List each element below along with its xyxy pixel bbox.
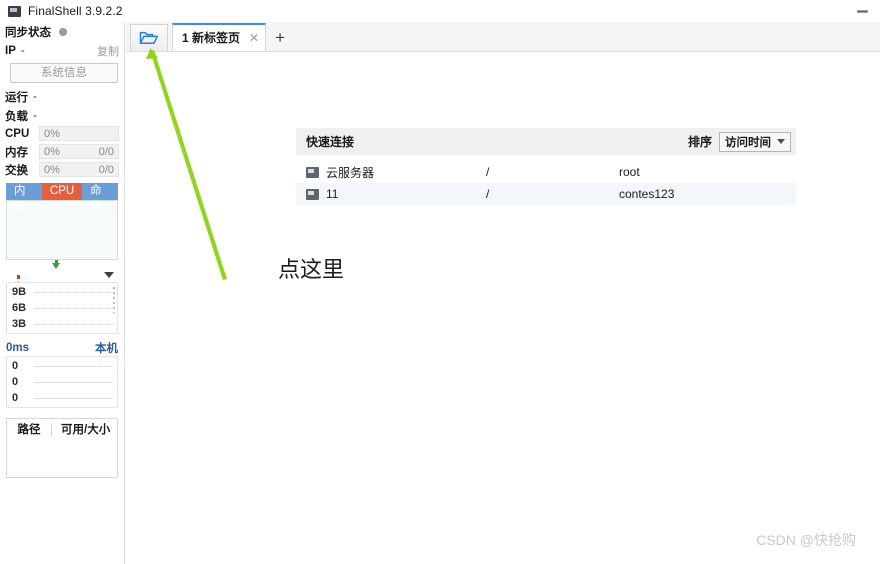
caret-down-icon[interactable] (104, 271, 114, 278)
ip-row: IP - 复制 (0, 41, 124, 60)
arrow-down-icon-wrap (52, 262, 60, 281)
meter-label: 内存 (5, 146, 28, 159)
process-tabs: 内存 CPU 命令 (6, 183, 118, 214)
tab-new-tab[interactable]: 1 新标签页 ✕ (172, 23, 267, 51)
title-bar: FinalShell 3.9.2.2 (0, 0, 880, 22)
terminal-icon (306, 166, 319, 178)
arrow-down-icon (52, 262, 60, 281)
ip-value: - (20, 44, 25, 57)
network-axis-label: 6B (12, 302, 27, 314)
tab-bar: 1 新标签页 ✕ + (126, 22, 880, 52)
watermark: CSDN @快抢购 (756, 532, 856, 548)
meter-bar: 0% (39, 126, 119, 141)
disk-header: 路径 可用/大小 (7, 419, 117, 439)
network-graph-header (6, 262, 118, 287)
connection-name: 云服务器 (326, 165, 375, 180)
meter-label: CPU (5, 127, 30, 140)
load-value: - (33, 109, 37, 122)
ping-axis-label: 0 (12, 392, 19, 404)
callout-text: 点这里 (278, 257, 345, 282)
connection-path: / (486, 187, 490, 201)
meter-percent: 0% (44, 145, 60, 158)
connection-user: contes123 (619, 187, 675, 201)
main-content: 快速连接 排序 访问时间 云服务器 / root 11 / contes123 (126, 52, 880, 564)
open-connection-manager-button[interactable] (130, 24, 168, 51)
network-axis-label: 3B (12, 318, 27, 330)
meter-detail: 0/0 (98, 163, 114, 176)
connection-row[interactable]: 云服务器 / root (296, 161, 796, 183)
gridline (35, 398, 114, 399)
network-graph: 9B 6B 3B (6, 282, 118, 334)
sync-status-row: 同步状态 (0, 22, 124, 41)
meter-swap: 交换 0% 0/0 (0, 161, 124, 178)
disk-col-free: 可用/大小 (61, 424, 111, 436)
meter-detail: 0/0 (98, 145, 114, 158)
window-title: FinalShell 3.9.2.2 (28, 4, 123, 18)
disk-panel: 路径 可用/大小 (6, 418, 118, 478)
load-row: 负载 - (0, 106, 124, 125)
window-controls (844, 0, 880, 22)
arrow-up-icon-wrap (14, 268, 22, 287)
plus-icon[interactable]: + (266, 23, 294, 51)
gridline (35, 308, 114, 309)
sort-label: 排序 (687, 135, 712, 149)
meter-memory: 内存 0% 0/0 (0, 143, 124, 160)
chevron-down-icon (777, 139, 785, 144)
monitor-icon (8, 5, 21, 17)
meter-cpu: CPU 0% (0, 125, 124, 142)
tab-command[interactable]: 命令 (82, 183, 118, 214)
connection-row[interactable]: 11 / contes123 (296, 183, 796, 205)
ip-label: IP (5, 44, 16, 57)
tab-cpu[interactable]: CPU (41, 183, 83, 200)
status-dot-icon (59, 27, 67, 36)
gridline (35, 292, 114, 293)
system-info-button[interactable]: 系统信息 (10, 63, 118, 83)
load-label: 负载 (5, 110, 28, 123)
connection-path: / (486, 165, 490, 179)
minimize-icon (856, 9, 868, 13)
graph-scroll-indicator (113, 287, 115, 313)
tab-memory[interactable]: 内存 (6, 183, 42, 214)
meter-percent: 0% (44, 163, 60, 176)
ping-latency: 0ms (6, 342, 30, 354)
quick-connect-panel: 快速连接 排序 访问时间 云服务器 / root 11 / contes123 (296, 128, 796, 205)
sort-dropdown-value: 访问时间 (725, 136, 771, 149)
meter-percent: 0% (44, 127, 60, 140)
quick-connect-title: 快速连接 (306, 135, 355, 149)
minimize-button[interactable] (844, 0, 880, 22)
connection-name: 11 (326, 187, 339, 201)
close-icon[interactable]: ✕ (249, 32, 259, 44)
runtime-label: 运行 (5, 91, 28, 104)
ping-host: 本机 (95, 343, 118, 355)
runtime-row: 运行 - (0, 87, 124, 106)
meter-bar: 0% 0/0 (39, 162, 119, 177)
gridline (35, 324, 114, 325)
network-axis-label: 9B (12, 286, 27, 298)
ping-axis-label: 0 (12, 376, 19, 388)
quick-connect-header: 快速连接 排序 访问时间 (296, 128, 796, 155)
ping-graph: 0 0 0 (6, 356, 118, 408)
meter-bar: 0% 0/0 (39, 144, 119, 159)
meter-label: 交换 (5, 164, 28, 177)
sort-dropdown[interactable]: 访问时间 (719, 131, 791, 152)
gridline (35, 366, 114, 367)
tab-label: 1 新标签页 (182, 31, 241, 45)
copy-link[interactable]: 复制 (97, 43, 119, 59)
connection-user: root (619, 165, 640, 179)
runtime-value: - (33, 90, 37, 103)
open-folder-icon (139, 31, 159, 44)
gridline (35, 382, 114, 383)
ping-header: 0ms 本机 (6, 341, 118, 355)
sync-status-label: 同步状态 (5, 26, 51, 39)
disk-col-path: 路径 (17, 424, 41, 436)
terminal-icon (306, 188, 319, 200)
ping-axis-label: 0 (12, 360, 19, 372)
sidebar: 同步状态 IP - 复制 系统信息 运行 - 负载 - CPU 0% 内存 0%… (0, 22, 125, 564)
